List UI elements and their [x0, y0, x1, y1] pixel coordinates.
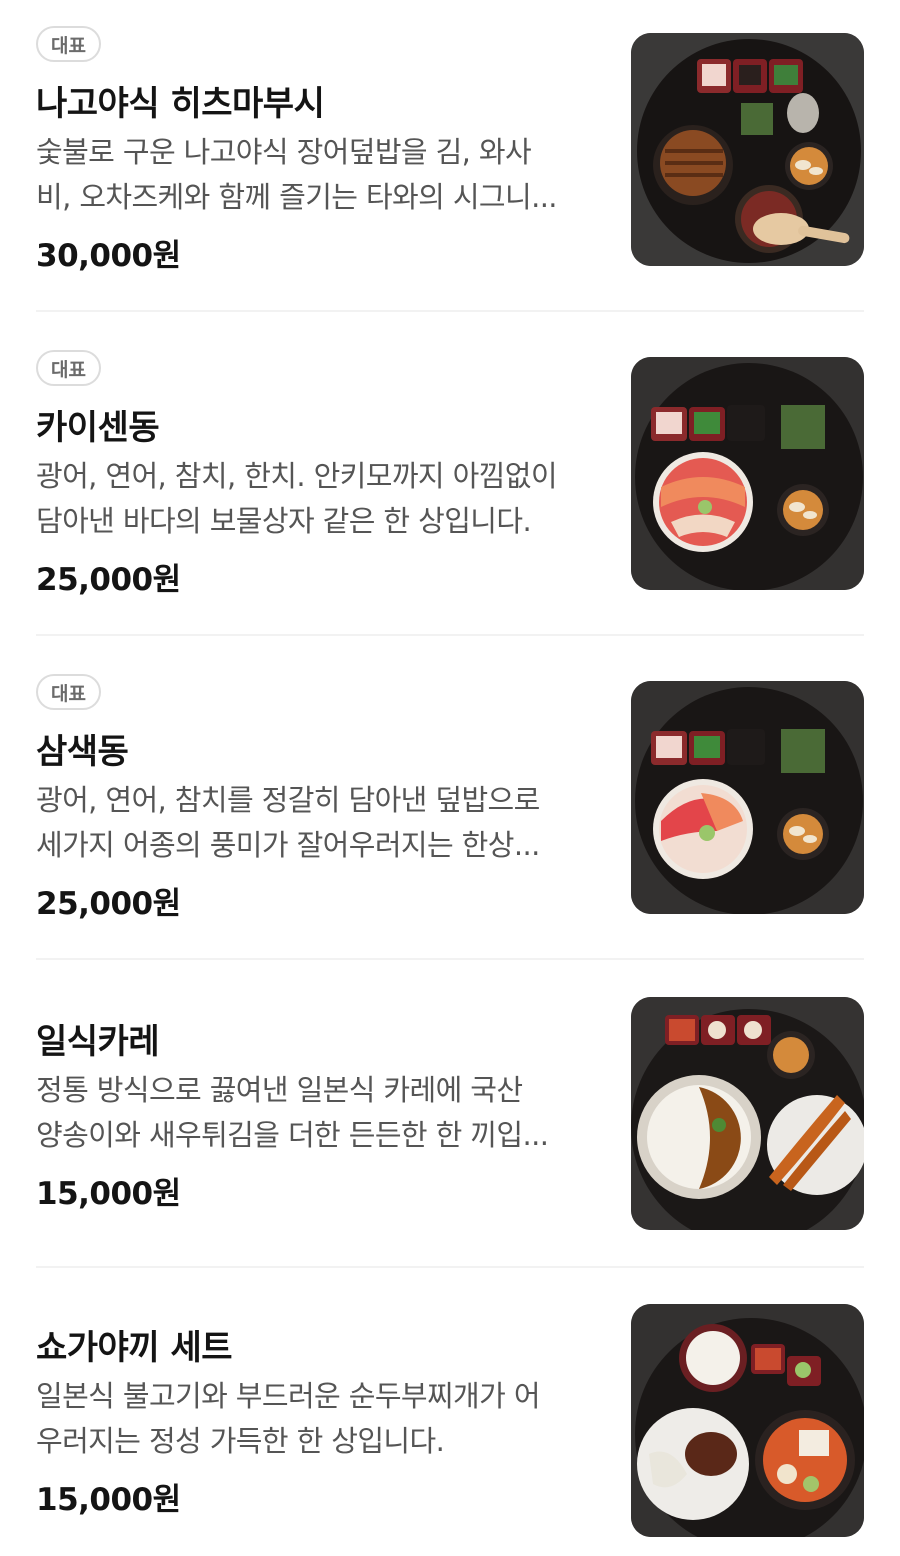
kaisendon-image [631, 357, 864, 590]
menu-item-name: 나고야식 히츠마부시 [36, 84, 325, 124]
menu-item[interactable]: 쇼가야끼 세트 일본식 불고기와 부드러운 순두부찌개가 어 우러지는 정성 가… [36, 1296, 864, 1546]
divider [36, 310, 864, 312]
menu-item-price: 25,000원 [36, 562, 181, 598]
menu-item-description: 일본식 불고기와 부드러운 순두부찌개가 어 우러지는 정성 가득한 한 상입니… [36, 1379, 541, 1458]
unagi-donburi-image [631, 33, 864, 266]
sashimi-bowl-image [631, 681, 864, 914]
menu-item-description: 숯불로 구운 나고야식 장어덮밥을 김, 와사 비, 오차즈케와 함께 즐기는 … [36, 135, 558, 214]
menu-item-description: 광어, 연어, 참치를 정갈히 담아낸 덮밥으로 세가지 어종의 풍미가 잘어우… [36, 783, 540, 862]
divider [36, 1266, 864, 1268]
menu-item-price: 15,000원 [36, 1482, 181, 1518]
menu-item-price: 30,000원 [36, 238, 181, 274]
menu-item-description: 정통 방식으로 끓여낸 일본식 카레에 국산 양송이와 새우튀김을 더한 든든한… [36, 1073, 549, 1152]
menu-item-name: 일식카레 [36, 1022, 160, 1062]
curry-image [631, 997, 864, 1230]
signature-badge: 대표 [36, 350, 101, 386]
menu-item-name: 삼색동 [36, 732, 129, 772]
divider [36, 958, 864, 960]
shogayaki-set-image [631, 1304, 864, 1537]
menu-item-name: 카이센동 [36, 408, 160, 448]
divider [36, 634, 864, 636]
menu-item-price: 15,000원 [36, 1176, 181, 1212]
menu-item-price: 25,000원 [36, 886, 181, 922]
signature-badge: 대표 [36, 674, 101, 710]
menu-item-name: 쇼가야끼 세트 [36, 1328, 233, 1368]
menu-item-description: 광어, 연어, 참치, 한치. 안키모까지 아낌없이 담아낸 바다의 보물상자 … [36, 459, 558, 538]
signature-badge: 대표 [36, 26, 101, 62]
menu-item[interactable]: 대표 삼색동 광어, 연어, 참치를 정갈히 담아낸 덮밥으로 세가지 어종의 … [36, 674, 864, 934]
menu-item[interactable]: 일식카레 정통 방식으로 끓여낸 일본식 카레에 국산 양송이와 새우튀김을 더… [36, 990, 864, 1240]
menu-item[interactable]: 대표 나고야식 히츠마부시 숯불로 구운 나고야식 장어덮밥을 김, 와사 비,… [36, 26, 864, 286]
menu-item[interactable]: 대표 카이센동 광어, 연어, 참치, 한치. 안키모까지 아낌없이 담아낸 바… [36, 350, 864, 610]
